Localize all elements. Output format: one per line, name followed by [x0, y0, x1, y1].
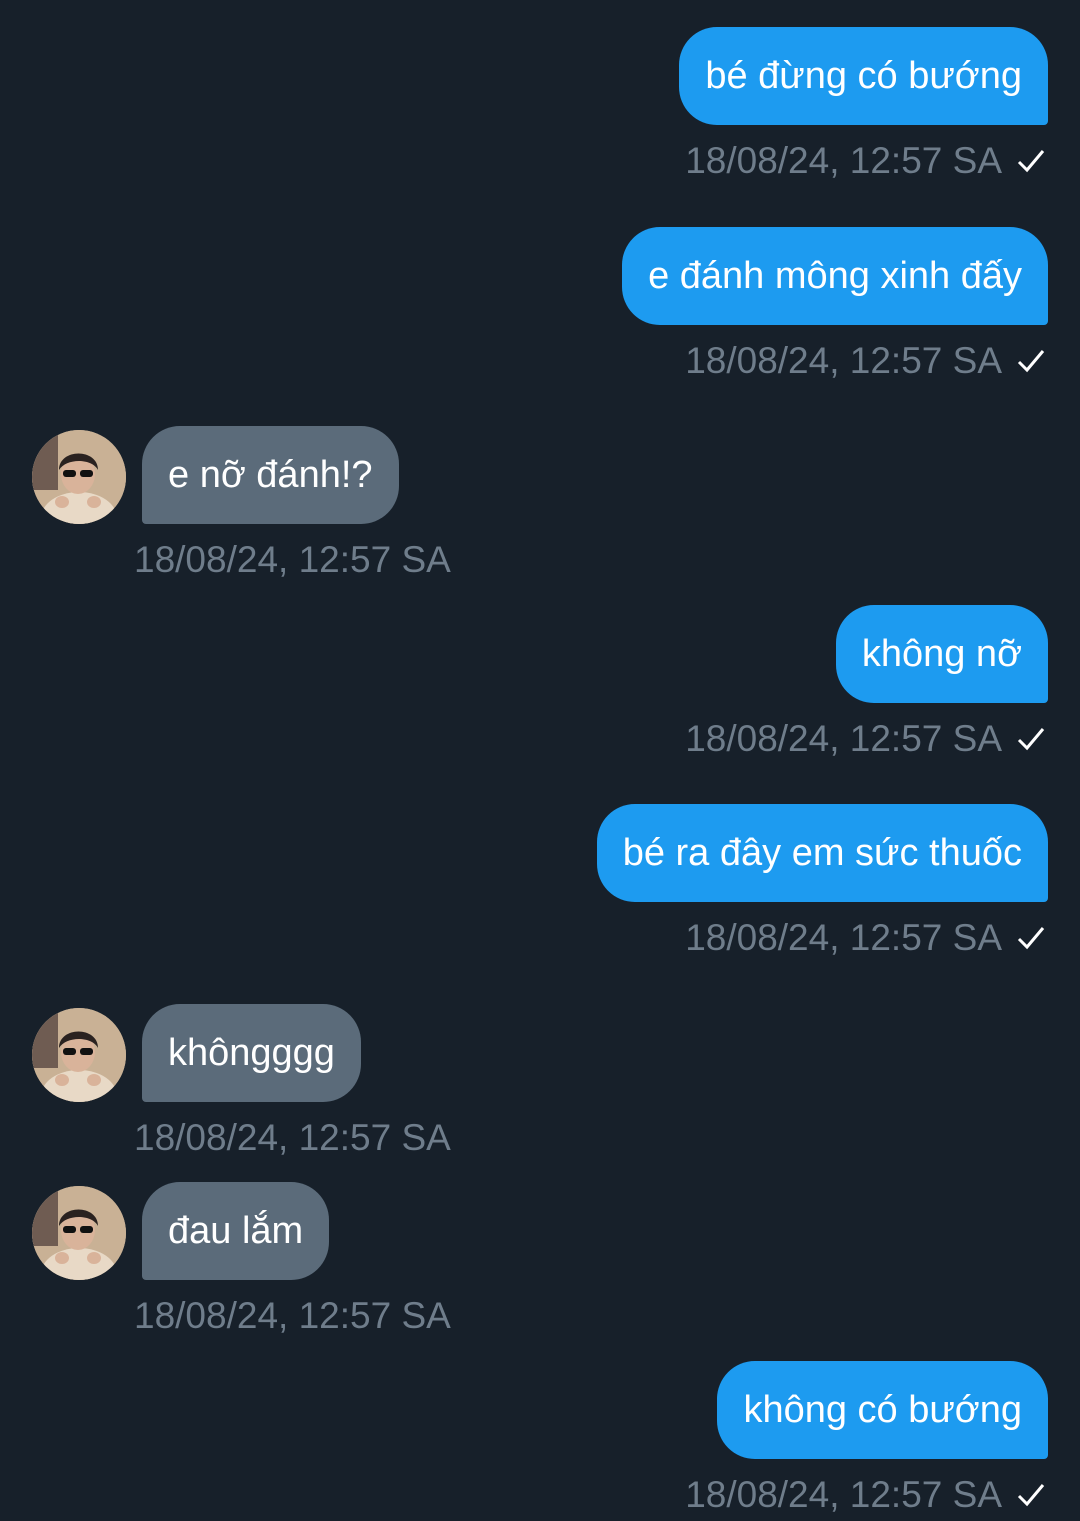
message-timestamp: 18/08/24, 12:57 SA [134, 1117, 451, 1158]
message-timestamp: 18/08/24, 12:57 SA [685, 917, 1002, 958]
message-timestamp: 18/08/24, 12:57 SA [134, 539, 451, 580]
message-meta: 18/08/24, 12:57 SA [685, 339, 1046, 383]
message-meta: 18/08/24, 12:57 SA [685, 916, 1046, 960]
message-timestamp: 18/08/24, 12:57 SA [685, 340, 1002, 381]
message-meta: 18/08/24, 12:57 SA [134, 1294, 451, 1338]
check-icon [1017, 150, 1045, 173]
avatar-photo [32, 1186, 126, 1280]
message-meta: 18/08/24, 12:57 SA [685, 139, 1046, 183]
avatar-photo [32, 1008, 126, 1102]
message-timestamp: 18/08/24, 12:57 SA [685, 718, 1002, 759]
message-meta: 18/08/24, 12:57 SA [134, 1116, 451, 1160]
check-icon [1017, 1484, 1045, 1507]
message-bubble[interactable]: e đánh mông xinh đấy [622, 227, 1048, 325]
avatar[interactable] [32, 1186, 126, 1280]
message-timestamp: 18/08/24, 12:57 SA [134, 1295, 451, 1336]
message-bubble[interactable]: đau lắm [142, 1182, 330, 1280]
message-meta: 18/08/24, 12:57 SA [685, 717, 1046, 761]
message-bubble[interactable]: bé đừng có bướng [679, 27, 1048, 125]
avatar-photo [32, 430, 126, 524]
message-timestamp: 18/08/24, 12:57 SA [685, 1474, 1002, 1515]
message-bubble[interactable]: không có bướng [717, 1361, 1048, 1459]
message-bubble[interactable]: bé ra đây em sức thuốc [596, 804, 1048, 902]
avatar[interactable] [32, 430, 126, 524]
avatar[interactable] [32, 1008, 126, 1102]
check-icon [1017, 728, 1045, 751]
check-icon [1017, 350, 1045, 373]
chat-thread: bé đừng có bướng 18/08/24, 12:57 SA e đá… [0, 0, 1080, 1521]
message-meta: 18/08/24, 12:57 SA [134, 538, 451, 582]
message-meta: 18/08/24, 12:57 SA [685, 1473, 1046, 1517]
message-bubble[interactable]: khôngggg [142, 1004, 361, 1102]
check-icon [1017, 927, 1045, 950]
message-bubble[interactable]: e nỡ đánh!? [142, 426, 399, 524]
message-timestamp: 18/08/24, 12:57 SA [685, 140, 1002, 181]
message-bubble[interactable]: không nỡ [835, 605, 1048, 703]
